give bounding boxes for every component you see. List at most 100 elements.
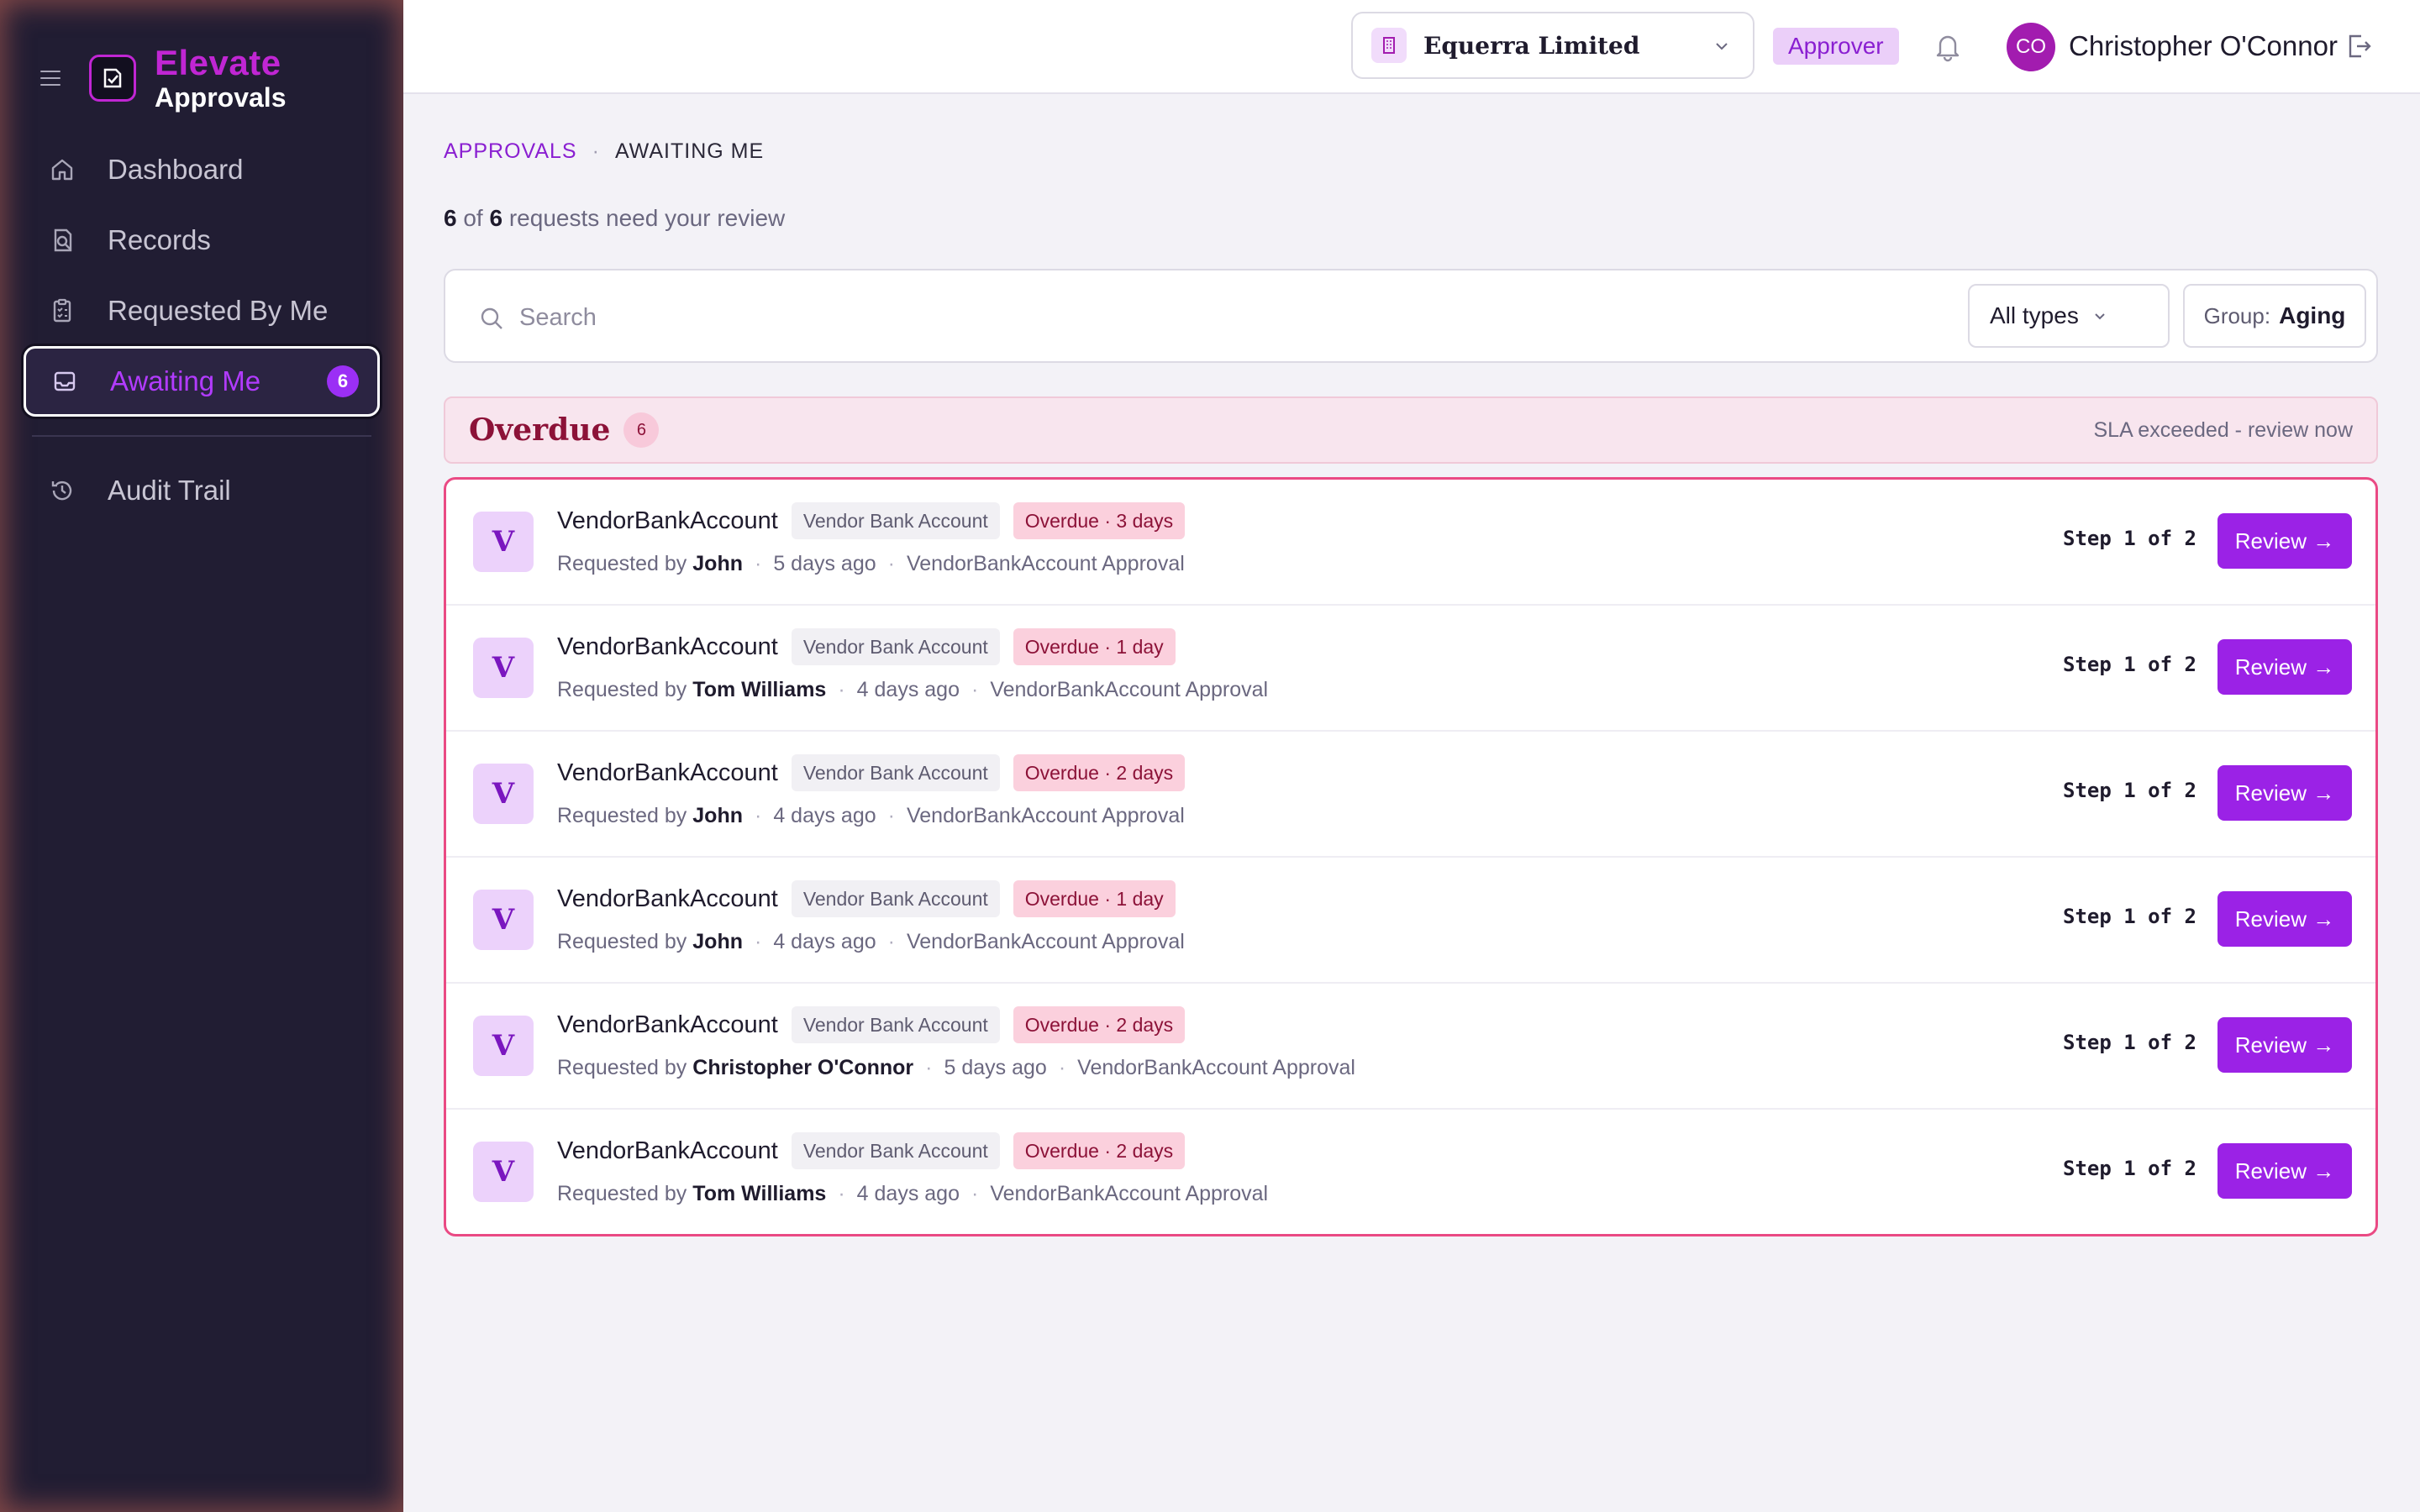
row-meta: Requested by John · 4 days ago · VendorBankAc… — [557, 930, 1185, 954]
table-row[interactable]: V VendorBankAccount Vendor Bank Account Ove… — [446, 732, 2375, 858]
record-avatar: V — [473, 638, 534, 698]
review-button[interactable]: Review → — [2217, 1017, 2352, 1073]
record-type-tag: Vendor Bank Account — [791, 754, 1000, 791]
meta-separator: · — [887, 552, 895, 575]
meta-separator: · — [971, 1182, 979, 1205]
search-input[interactable] — [519, 292, 1528, 343]
row-heading: VendorBankAccount Vendor Bank Account Over… — [557, 1005, 1186, 1044]
step-indicator: Step 1 of 2 — [2063, 527, 2196, 550]
meta-separator: · — [1058, 1056, 1066, 1079]
workflow-name: VendorBankAccount Approval — [906, 930, 1185, 953]
step-indicator: Step 1 of 2 — [2063, 653, 2196, 676]
brand-subtitle: Approvals — [155, 82, 287, 113]
workflow-name: VendorBankAccount Approval — [990, 678, 1269, 701]
workflow-name: VendorBankAccount Approval — [990, 1182, 1269, 1205]
summary-text: requests need your review — [508, 205, 786, 231]
records-search-icon — [47, 225, 77, 255]
review-button[interactable]: Review → — [2217, 891, 2352, 947]
group-by-value: Aging — [2279, 302, 2346, 328]
group-note: SLA exceeded - review now — [2093, 418, 2353, 442]
row-heading: VendorBankAccount Vendor Bank Account Over… — [557, 1131, 1186, 1170]
table-row[interactable]: V VendorBankAccount Vendor Bank Account Ove… — [446, 606, 2375, 732]
logo-icon — [89, 55, 136, 102]
workflow-name: VendorBankAccount Approval — [1077, 1056, 1355, 1079]
sidebar-item-dashboard[interactable]: Dashboard — [24, 134, 380, 205]
history-icon — [47, 475, 77, 506]
sidebar-item-label: Requested By Me — [108, 295, 329, 326]
table-row[interactable]: V VendorBankAccount Vendor Bank Account Ove… — [446, 858, 2375, 984]
type-filter-select[interactable]: All types — [1968, 284, 2170, 348]
role-badge: Approver — [1773, 28, 1899, 65]
row-meta: Requested by Christopher O'Connor · 5 days … — [557, 1056, 1355, 1080]
row-heading: VendorBankAccount Vendor Bank Account Over… — [557, 501, 1186, 540]
sidebar-item-awaiting-me[interactable]: Awaiting Me 6 — [24, 346, 380, 417]
avatar[interactable]: CO — [2007, 23, 2055, 71]
breadcrumb-separator: · — [592, 139, 600, 163]
row-meta: Requested by John · 4 days ago · VendorBankAc… — [557, 804, 1185, 828]
sidebar-item-records[interactable]: Records — [24, 205, 380, 276]
record-title[interactable]: VendorBankAccount — [557, 507, 778, 535]
sidebar-item-audit-trail[interactable]: Audit Trail — [24, 455, 380, 526]
record-title[interactable]: VendorBankAccount — [557, 1011, 778, 1039]
row-heading: VendorBankAccount Vendor Bank Account Over… — [557, 627, 1176, 666]
meta-separator: · — [838, 678, 845, 701]
table-row[interactable]: V VendorBankAccount Vendor Bank Account Ove… — [446, 480, 2375, 606]
table-row[interactable]: V VendorBankAccount Vendor Bank Account Ove… — [446, 984, 2375, 1110]
review-button[interactable]: Review → — [2217, 1143, 2352, 1199]
user-name[interactable]: Christopher O'Connor — [2069, 30, 2338, 62]
record-type-tag: Vendor Bank Account — [791, 1132, 1000, 1169]
step-indicator: Step 1 of 2 — [2063, 1157, 2196, 1180]
review-button[interactable]: Review → — [2217, 513, 2352, 569]
meta-separator: · — [838, 1182, 845, 1205]
meta-separator: · — [755, 552, 762, 575]
record-title[interactable]: VendorBankAccount — [557, 1137, 778, 1165]
record-title[interactable]: VendorBankAccount — [557, 885, 778, 913]
group-by-select[interactable]: Group: Aging — [2183, 284, 2366, 348]
meta-separator: · — [925, 1056, 933, 1079]
review-button[interactable]: Review → — [2217, 765, 2352, 821]
review-button[interactable]: Review → — [2217, 639, 2352, 695]
overdue-badge: Overdue · 3 days — [1013, 502, 1186, 539]
bell-icon[interactable] — [1933, 30, 1963, 66]
row-heading: VendorBankAccount Vendor Bank Account Over… — [557, 753, 1186, 792]
request-list: V VendorBankAccount Vendor Bank Account Ove… — [444, 477, 2378, 1236]
sidebar-item-label: Audit Trail — [108, 475, 231, 506]
requester-name: John — [692, 552, 743, 575]
sidebar-nav: Dashboard Records Requested By Me Awaiti… — [24, 134, 380, 526]
requested-by-label: Requested by — [557, 930, 687, 953]
request-age: 4 days ago — [773, 930, 876, 953]
overdue-group-header: Overdue 6 SLA exceeded - review now — [444, 396, 2378, 464]
chevron-down-icon — [2092, 302, 2107, 329]
breadcrumb-approvals[interactable]: APPROVALS — [444, 139, 577, 164]
record-title[interactable]: VendorBankAccount — [557, 759, 778, 787]
record-avatar: V — [473, 764, 534, 824]
overdue-badge: Overdue · 1 day — [1013, 628, 1176, 665]
logout-icon[interactable] — [2344, 32, 2373, 65]
breadcrumb-current: AWAITING ME — [614, 139, 765, 163]
brand-name: Elevate — [155, 43, 281, 82]
sidebar-item-requested-by-me[interactable]: Requested By Me — [24, 276, 380, 346]
meta-separator: · — [755, 930, 762, 953]
request-summary: 6 of 6 requests need your review — [444, 205, 785, 232]
step-indicator: Step 1 of 2 — [2063, 1031, 2196, 1054]
table-row[interactable]: V VendorBankAccount Vendor Bank Account Ove… — [446, 1110, 2375, 1234]
step-indicator: Step 1 of 2 — [2063, 779, 2196, 802]
sidebar-divider — [32, 435, 371, 437]
summary-total: 6 — [489, 205, 503, 231]
hamburger-menu-icon[interactable] — [40, 71, 60, 86]
record-title[interactable]: VendorBankAccount — [557, 633, 778, 661]
overdue-badge: Overdue · 2 days — [1013, 754, 1186, 791]
row-meta: Requested by Tom Williams · 4 days ago · Vend… — [557, 678, 1268, 702]
group-count-badge: 6 — [623, 412, 660, 448]
organization-select[interactable]: Equerra Limited — [1351, 12, 1754, 79]
record-type-tag: Vendor Bank Account — [791, 502, 1000, 539]
building-icon — [1371, 28, 1407, 63]
group-by-label: Group: — [2203, 302, 2271, 328]
request-age: 4 days ago — [773, 804, 876, 827]
sidebar-item-label: Dashboard — [108, 154, 244, 185]
inbox-icon — [50, 366, 80, 396]
brand: Elevate Approvals — [40, 40, 286, 116]
record-avatar: V — [473, 1016, 534, 1076]
requester-name: John — [692, 804, 743, 827]
requested-by-label: Requested by — [557, 804, 687, 827]
